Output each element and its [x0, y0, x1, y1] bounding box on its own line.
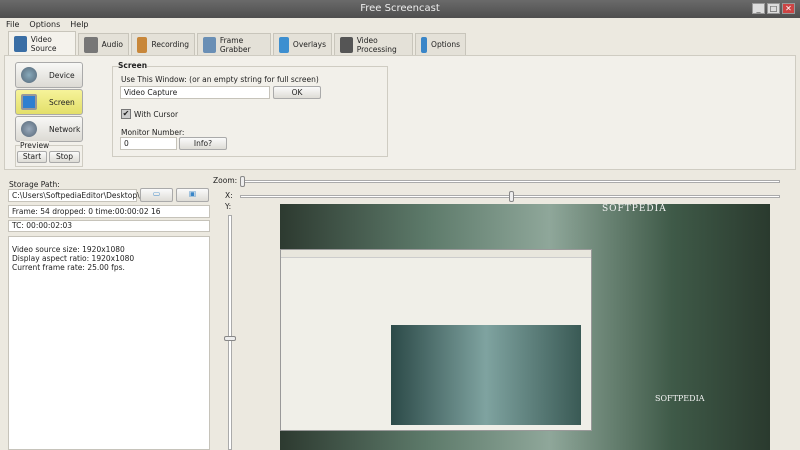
- tab-audio[interactable]: Audio: [78, 33, 129, 55]
- tab-label: Frame Grabber: [219, 35, 251, 54]
- tab-label: Video Source: [30, 34, 57, 53]
- recording-icon: [137, 36, 148, 53]
- nested-screenshot: [280, 249, 592, 431]
- timecode-status: TC: 00:00:02:03: [8, 220, 210, 232]
- ok-button[interactable]: OK: [273, 86, 321, 99]
- menu-file[interactable]: File: [6, 18, 19, 31]
- y-slider-thumb[interactable]: [224, 336, 236, 341]
- menu-help[interactable]: Help: [70, 18, 88, 31]
- window-label: Use This Window: (or an empty string for…: [121, 75, 319, 84]
- camera-icon: [203, 36, 216, 53]
- x-label: X:: [225, 191, 233, 200]
- softpedia-logo: SOFTPEDIA: [655, 394, 705, 403]
- layers-icon: [279, 36, 289, 53]
- minimize-button[interactable]: _: [752, 3, 765, 14]
- x-slider-thumb[interactable]: [509, 191, 514, 202]
- screen-button[interactable]: Screen: [15, 89, 83, 115]
- network-label: Network: [49, 124, 81, 134]
- info-line: Video source size: 1920x1080: [12, 245, 125, 254]
- monitor-input[interactable]: 0: [120, 137, 177, 150]
- frame-status: Frame: 54 dropped: 0 time:00:00:02 16: [8, 205, 210, 218]
- webcam-icon: [21, 67, 37, 83]
- storage-path-input[interactable]: C:\Users\SoftpediaEditor\Desktop\: [8, 189, 140, 202]
- tab-label: Options: [431, 40, 460, 49]
- preview-label: Preview: [20, 141, 50, 150]
- with-cursor-checkbox[interactable]: ✔: [121, 109, 131, 119]
- start-button[interactable]: Start: [17, 151, 47, 163]
- open-folder-button[interactable]: ▣: [176, 188, 209, 202]
- network-button[interactable]: Network: [15, 116, 83, 142]
- tab-label: Video Processing: [356, 35, 397, 54]
- stop-button[interactable]: Stop: [49, 151, 80, 163]
- info-button[interactable]: Info?: [179, 137, 227, 150]
- window-input[interactable]: Video Capture: [120, 86, 270, 99]
- tab-recording[interactable]: Recording: [131, 33, 195, 55]
- menu-bar: File Options Help: [0, 18, 800, 31]
- with-cursor-label: With Cursor: [134, 110, 179, 119]
- tab-options[interactable]: Options: [415, 33, 466, 55]
- video-preview: SOFTPEDIA SOFTPEDIA: [280, 204, 770, 450]
- window-title: Free Screencast: [360, 3, 440, 14]
- tab-video-source[interactable]: Video Source: [8, 31, 76, 55]
- copy-icon: ▣: [188, 189, 197, 198]
- maximize-button[interactable]: □: [767, 3, 780, 14]
- info-line: Current frame rate: 25.00 fps.: [12, 263, 125, 272]
- softpedia-watermark: SOFTPEDIA: [602, 204, 667, 214]
- tab-label: Recording: [151, 40, 189, 49]
- tab-video-processing[interactable]: Video Processing: [334, 33, 413, 55]
- source-info-box: Video source size: 1920x1080 Display asp…: [8, 236, 210, 450]
- tab-label: Audio: [101, 40, 123, 49]
- storage-path-label: Storage Path:: [9, 180, 60, 189]
- screen-label: Screen: [49, 97, 75, 107]
- tools-icon: [421, 36, 428, 53]
- tab-label: Overlays: [292, 40, 326, 49]
- tab-frame-grabber[interactable]: Frame Grabber: [197, 33, 271, 55]
- screen-group-title: Screen: [118, 61, 148, 70]
- tab-overlays[interactable]: Overlays: [273, 33, 332, 55]
- monitor-icon: [21, 94, 37, 110]
- microphone-icon: [84, 36, 98, 53]
- y-label: Y:: [225, 202, 232, 211]
- folder-icon: ▭: [152, 189, 161, 198]
- info-line: Display aspect ratio: 1920x1080: [12, 254, 135, 263]
- browse-folder-button[interactable]: ▭: [140, 188, 173, 202]
- zoom-slider[interactable]: [240, 180, 780, 183]
- zoom-slider-thumb[interactable]: [240, 176, 245, 187]
- monitor-label: Monitor Number:: [121, 128, 185, 137]
- device-button[interactable]: Device: [15, 62, 83, 88]
- close-button[interactable]: ✕: [782, 3, 795, 14]
- y-slider[interactable]: [228, 215, 232, 450]
- magic-wand-icon: [340, 36, 353, 53]
- device-label: Device: [49, 70, 75, 80]
- film-icon: [14, 35, 27, 52]
- menu-options[interactable]: Options: [29, 18, 60, 31]
- title-bar: Free Screencast: [0, 0, 800, 18]
- network-camera-icon: [21, 121, 37, 137]
- zoom-label: Zoom:: [213, 176, 238, 185]
